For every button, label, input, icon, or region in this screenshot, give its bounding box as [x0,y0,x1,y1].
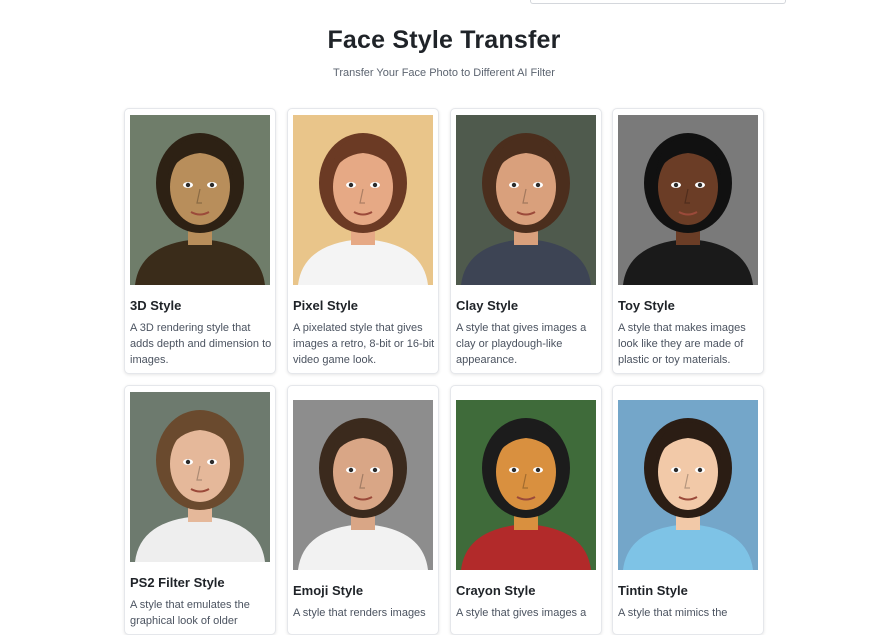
style-card-3d[interactable]: 3D Style A 3D rendering style that adds … [124,108,276,374]
style-title: PS2 Filter Style [130,575,225,590]
style-description: A 3D rendering style that adds depth and… [130,322,272,366]
style-description: A pixelated style that gives images a re… [293,322,435,366]
portrait-tintin-woman-icon [618,400,758,570]
page-title: Face Style Transfer [327,26,561,54]
style-title: Tintin Style [618,583,688,598]
style-card-tintin[interactable]: Tintin Style A style that mimics the [612,385,764,635]
style-card-pixel[interactable]: Pixel Style A pixelated style that gives… [287,108,439,374]
style-title: Emoji Style [293,583,364,598]
portrait-pixel-woman-icon [293,115,433,285]
portrait-toy-woman-icon [618,115,758,285]
style-title: 3D Style [130,298,182,313]
search-box-fragment[interactable] [530,0,786,4]
style-description: A style that emulates the graphical look… [130,599,250,627]
style-card-crayon[interactable]: Crayon Style A style that gives images a [450,385,602,635]
style-card-ps2[interactable]: PS2 Filter Style A style that emulates t… [124,385,276,635]
portrait-mona-lisa-icon [130,115,270,285]
page-subtitle: Transfer Your Face Photo to Different AI… [333,67,555,79]
portrait-emoji-man-icon [293,400,433,570]
style-title: Clay Style [456,298,519,313]
portrait-crayon-man-icon [456,400,596,570]
portrait-clay-boy-icon [456,115,596,285]
style-title: Crayon Style [456,583,536,598]
style-title: Pixel Style [293,298,359,313]
style-description: A style that gives images a clay or play… [456,322,587,366]
style-card-emoji[interactable]: Emoji Style A style that renders images [287,385,439,635]
style-description: A style that makes images look like they… [618,322,746,366]
style-card-toy[interactable]: Toy Style A style that makes images look… [612,108,764,374]
style-title: Toy Style [618,298,675,313]
portrait-ps2-woman-icon [130,392,270,562]
style-card-clay[interactable]: Clay Style A style that gives images a c… [450,108,602,374]
